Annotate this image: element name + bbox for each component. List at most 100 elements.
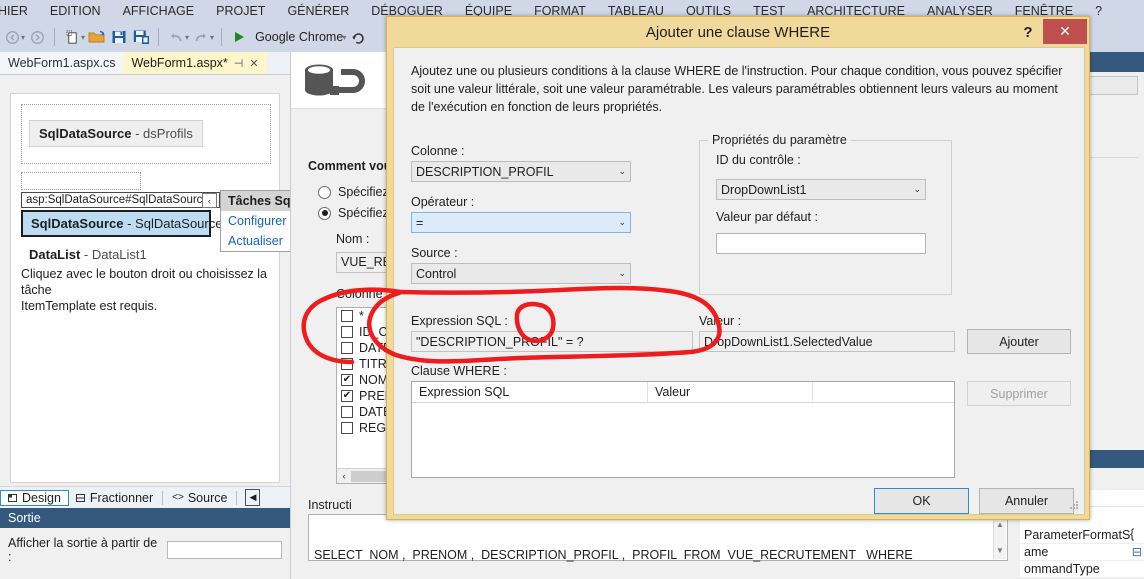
view-tab-split[interactable]: Fractionner xyxy=(69,490,160,506)
toolbar-separator-1 xyxy=(54,28,56,46)
column-combo[interactable]: DESCRIPTION_PROFIL ⌄ xyxy=(411,161,631,182)
close-icon[interactable]: ✕ xyxy=(249,57,258,70)
property-row[interactable]: ParameterFormatStr { xyxy=(1020,527,1144,544)
column-header-valeur[interactable]: Valeur xyxy=(648,382,813,402)
save-icon[interactable] xyxy=(109,26,129,48)
property-name: ParameterFormatStr xyxy=(1024,528,1130,542)
start-debug-target-label[interactable]: Google Chrome xyxy=(251,30,343,44)
navigate-back-icon[interactable] xyxy=(2,26,22,48)
chevron-left-icon: ‹ xyxy=(208,195,211,206)
view-tab-design[interactable]: Design xyxy=(0,489,69,506)
checkbox-icon[interactable] xyxy=(341,326,353,338)
control-id-label: - dsProfils xyxy=(131,126,193,141)
scroll-left-icon[interactable]: ‹ xyxy=(337,469,351,483)
sql-expression-input[interactable]: "DESCRIPTION_PROFIL" = ? xyxy=(411,331,693,352)
refresh-icon[interactable] xyxy=(348,26,368,48)
help-icon[interactable]: ? xyxy=(1017,21,1039,43)
control-type-label: SqlDataSource xyxy=(39,126,132,141)
view-tab-separator-2 xyxy=(236,490,238,505)
menu-item-edition[interactable]: EDITION xyxy=(39,2,112,20)
value-text: DropDownList1.SelectedValue xyxy=(704,334,873,349)
view-tab-separator xyxy=(162,490,164,505)
view-tab-label: Fractionner xyxy=(89,490,154,505)
start-debug-caret-icon[interactable]: ▾ xyxy=(342,33,346,42)
control-id-label: ID du contrôle : xyxy=(716,153,801,167)
column-value: DESCRIPTION_PROFIL xyxy=(416,164,554,179)
redo-caret-icon[interactable]: ▾ xyxy=(210,33,214,42)
control-sqldatasource-dsprofils[interactable]: SqlDataSource - dsProfils xyxy=(29,120,203,147)
operator-combo[interactable]: = ⌄ xyxy=(411,212,631,233)
collapse-panel-button[interactable]: ◀ xyxy=(245,489,261,506)
control-sqldatasource-selected[interactable]: SqlDataSource - SqlDataSource1 xyxy=(21,210,230,237)
close-icon[interactable]: ✕ xyxy=(1043,19,1087,44)
resize-grip[interactable] xyxy=(1068,499,1080,511)
checkbox-icon[interactable] xyxy=(341,406,353,418)
source-combo[interactable]: Control ⌄ xyxy=(411,263,631,284)
menu-item-fichier[interactable]: HIER xyxy=(0,2,39,20)
new-project-icon[interactable] xyxy=(62,26,82,48)
sql-textarea-scrollbar[interactable]: ▲ ▼ xyxy=(993,516,1006,559)
undo-icon[interactable] xyxy=(166,26,186,48)
control-id-combo[interactable]: DropDownList1 ⌄ xyxy=(716,179,926,200)
tag-navigator-tooltip[interactable]: asp:SqlDataSource#SqlDataSource1 xyxy=(21,192,221,208)
redo-icon[interactable] xyxy=(191,26,211,48)
checkbox-icon[interactable] xyxy=(341,342,353,354)
checkbox-icon[interactable] xyxy=(341,422,353,434)
column-header-sql-expression[interactable]: Expression SQL xyxy=(412,382,648,402)
dialog-title-bar[interactable]: Ajouter une clause WHERE ? ✕ xyxy=(387,17,1089,47)
menu-item-affichage[interactable]: AFFICHAGE xyxy=(112,2,206,20)
editor-tab-webform1-aspx-cs[interactable]: WebForm1.aspx.cs xyxy=(0,52,124,74)
menu-item-projet[interactable]: PROJET xyxy=(205,2,276,20)
control-datalist[interactable]: DataList - DataList1 xyxy=(21,242,156,267)
view-tab-source[interactable]: <> Source xyxy=(165,490,234,506)
wizard-sql-statement-textarea[interactable]: SELECT NOM , PRENOM , DESCRIPTION_PROFIL… xyxy=(308,514,1008,562)
scroll-down-icon[interactable]: ▼ xyxy=(996,543,1004,558)
output-filter-combo[interactable] xyxy=(167,541,282,559)
checkbox-icon-checked[interactable]: ✔ xyxy=(341,374,353,386)
new-project-caret-icon[interactable]: ▾ xyxy=(81,33,85,42)
checkbox-icon-checked[interactable]: ✔ xyxy=(341,390,353,402)
default-value-input[interactable] xyxy=(716,233,926,254)
datalist-hint-line-2: ItemTemplate est requis. xyxy=(21,299,158,313)
sql-line-1: SELECT NOM , PRENOM , DESCRIPTION_PROFIL… xyxy=(314,548,913,562)
column-header-extra[interactable] xyxy=(813,382,954,402)
start-debug-icon[interactable] xyxy=(229,26,249,48)
property-name: ame xyxy=(1024,545,1049,559)
add-button[interactable]: Ajouter xyxy=(967,329,1071,354)
ok-button[interactable]: OK xyxy=(874,488,969,514)
output-filter-label: Afficher la sortie à partir de : xyxy=(8,536,158,564)
checkbox-icon[interactable] xyxy=(341,358,353,370)
value-input[interactable]: DropDownList1.SelectedValue xyxy=(699,331,955,352)
open-folder-icon[interactable] xyxy=(87,26,107,48)
where-clause-listview[interactable]: Expression SQL Valeur xyxy=(411,381,955,478)
smart-tag-toggle-button[interactable]: ‹ xyxy=(202,193,217,208)
checkbox-icon[interactable] xyxy=(341,310,353,322)
delete-button[interactable]: Supprimer xyxy=(967,381,1071,406)
view-tab-label: Source xyxy=(187,490,228,505)
undo-caret-icon[interactable]: ▾ xyxy=(185,33,189,42)
source-view-icon: <> xyxy=(172,492,184,503)
split-view-icon xyxy=(75,493,85,502)
radio-icon xyxy=(318,185,331,199)
cancel-button[interactable]: Annuler xyxy=(979,488,1074,514)
control-id-label: - DataList1 xyxy=(80,247,147,262)
control-type-label: SqlDataSource xyxy=(31,216,124,231)
navigate-forward-icon[interactable] xyxy=(27,26,47,48)
menu-item-generer[interactable]: GÉNÉRER xyxy=(276,2,360,20)
property-row[interactable]: ame ⊟ xyxy=(1020,544,1144,561)
pin-icon[interactable]: ⊣ xyxy=(234,57,244,70)
navigate-back-caret-icon[interactable]: ▾ xyxy=(21,33,25,42)
where-clause-label: Clause WHERE : xyxy=(411,364,507,378)
wizard-statement-label: Instructi xyxy=(308,498,352,512)
expand-icon[interactable]: ⊟ xyxy=(1130,544,1144,560)
save-all-icon[interactable] xyxy=(131,26,151,48)
design-canvas[interactable]: SqlDataSource - dsProfils asp:SqlDataSou… xyxy=(10,93,280,483)
editor-tab-label: WebForm1.aspx.cs xyxy=(8,56,116,70)
delete-button-label: Supprimer xyxy=(990,386,1048,401)
design-view-icon xyxy=(8,493,17,502)
property-row[interactable]: ommandType xyxy=(1020,561,1144,578)
editor-tab-webform1-aspx[interactable]: WebForm1.aspx* ⊣ ✕ xyxy=(123,52,267,74)
wizard-radio-table[interactable]: Spécifiez l xyxy=(318,206,395,220)
dialog-description: Ajoutez une ou plusieurs conditions à la… xyxy=(411,64,1063,114)
column-label: Colonne : xyxy=(411,144,465,158)
